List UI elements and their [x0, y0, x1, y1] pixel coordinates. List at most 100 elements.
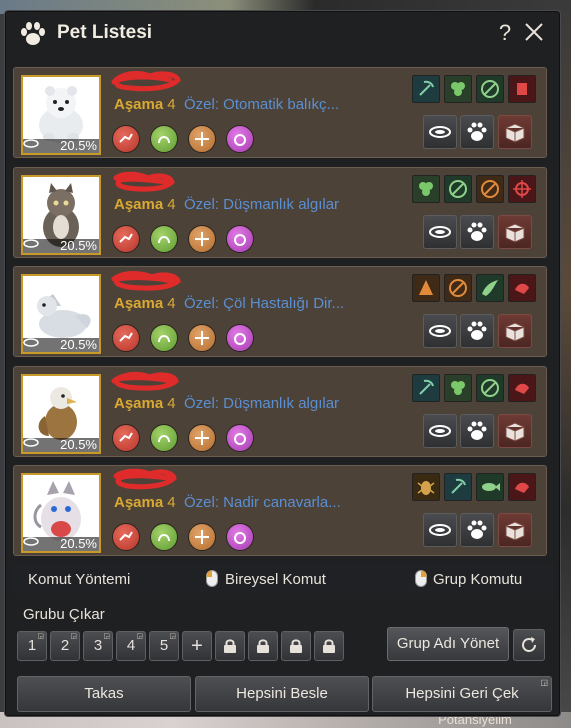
clover-skill-icon[interactable]	[444, 374, 472, 402]
attack-command-icon[interactable]	[112, 523, 140, 551]
gather-command-icon[interactable]	[150, 424, 178, 452]
pet-portrait[interactable]: 20.5%	[21, 274, 101, 354]
food-level: 20.5%	[23, 438, 99, 452]
food-percent: 20.5%	[60, 337, 97, 352]
group-5-button[interactable]: 5 ◲	[149, 631, 179, 661]
release-button[interactable]	[498, 513, 532, 547]
pet-stage: Aşama 4	[114, 96, 176, 113]
locked-group-slot[interactable]	[215, 631, 245, 661]
follow-command-icon[interactable]	[188, 523, 216, 551]
locked-group-slot[interactable]	[248, 631, 278, 661]
defense-skill-icon[interactable]	[508, 473, 536, 501]
trade-button[interactable]: Takas	[17, 676, 191, 712]
attack-command-icon[interactable]	[112, 125, 140, 153]
manage-group-name-button[interactable]: Grup Adı Yönet	[387, 627, 509, 661]
fish-skill-icon[interactable]	[476, 473, 504, 501]
wing-skill-icon[interactable]	[476, 274, 504, 302]
group-3-button[interactable]: 3 ◲	[83, 631, 113, 661]
pet-portrait[interactable]: 20.5%	[21, 473, 101, 553]
release-button[interactable]	[498, 115, 532, 149]
feed-button[interactable]	[423, 414, 457, 448]
corner-mark-icon: ◲	[70, 633, 77, 640]
command-method-label: Komut Yöntemi	[28, 571, 131, 588]
orange-hunting-skill-icon[interactable]	[476, 175, 504, 203]
follow-command-icon[interactable]	[188, 225, 216, 253]
gather-command-icon[interactable]	[150, 523, 178, 551]
attack-command-icon[interactable]	[112, 324, 140, 352]
stage-label: Aşama	[114, 494, 164, 511]
orange-hunting-skill-icon[interactable]	[444, 274, 472, 302]
gather-command-icon[interactable]	[150, 225, 178, 253]
close-icon[interactable]	[523, 21, 547, 45]
recall-all-button[interactable]: Hepsini Geri Çek ◲	[372, 676, 552, 712]
attack-command-icon[interactable]	[112, 424, 140, 452]
pet-command-button[interactable]	[460, 314, 494, 348]
pet-portrait[interactable]: 20.5%	[21, 374, 101, 454]
title-bar[interactable]: Pet Listesi ?	[5, 11, 560, 55]
help-button[interactable]: ?	[493, 20, 517, 46]
locked-group-slot[interactable]	[314, 631, 344, 661]
pet-card[interactable]: 20.5% Aşama 4 Özel: Nadir canavarla...	[13, 465, 547, 556]
group-4-button[interactable]: 4 ◲	[116, 631, 146, 661]
feed-button[interactable]	[423, 215, 457, 249]
hunting-skill-icon[interactable]	[476, 374, 504, 402]
pet-card[interactable]: 20.5% Aşama 4 Özel: Otomatik balıkç...	[13, 67, 547, 158]
feed-button[interactable]	[423, 314, 457, 348]
defense-skill-icon[interactable]	[508, 274, 536, 302]
feed-all-button[interactable]: Hepsini Besle	[195, 676, 369, 712]
pet-command-button[interactable]	[460, 414, 494, 448]
loot-command-icon[interactable]	[226, 424, 254, 452]
feed-button[interactable]	[423, 513, 457, 547]
paw-icon	[467, 421, 487, 440]
feed-button[interactable]	[423, 115, 457, 149]
pet-command-button[interactable]	[460, 215, 494, 249]
pet-list-window: Pet Listesi ? 20.5% Aşama 4 Özel: Otomat…	[4, 10, 561, 717]
release-button[interactable]	[498, 215, 532, 249]
pickaxe-skill-icon[interactable]	[412, 374, 440, 402]
pickaxe-skill-icon[interactable]	[444, 473, 472, 501]
crosshair-skill-icon[interactable]	[508, 175, 536, 203]
follow-command-icon[interactable]	[188, 424, 216, 452]
locked-group-slot[interactable]	[281, 631, 311, 661]
corner-mark-icon: ◲	[37, 633, 44, 640]
group-1-button[interactable]: 1 ◲	[17, 631, 47, 661]
individual-command-option[interactable]: Bireysel Komut	[225, 571, 326, 588]
pickaxe-skill-icon[interactable]	[412, 75, 440, 103]
pet-command-button[interactable]	[460, 513, 494, 547]
box-icon	[505, 521, 525, 541]
release-button[interactable]	[498, 414, 532, 448]
loot-command-icon[interactable]	[226, 523, 254, 551]
group-2-button[interactable]: 2 ◲	[50, 631, 80, 661]
redacted-name-scribble	[113, 468, 177, 490]
stage-number: 4	[167, 96, 176, 113]
corner-mark-icon: ◲	[136, 633, 143, 640]
pet-portrait[interactable]: 20.5%	[21, 75, 101, 155]
stage-number: 4	[167, 494, 176, 511]
pet-portrait[interactable]: 20.5%	[21, 175, 101, 255]
defense-skill-icon[interactable]	[508, 374, 536, 402]
gather-command-icon[interactable]	[150, 125, 178, 153]
hunting-skill-icon[interactable]	[476, 75, 504, 103]
pet-card[interactable]: 20.5% Aşama 4 Özel: Çöl Hastalığı Dir...	[13, 266, 547, 357]
loot-command-icon[interactable]	[226, 125, 254, 153]
defense-skill-icon[interactable]	[508, 75, 536, 103]
loot-command-icon[interactable]	[226, 324, 254, 352]
follow-command-icon[interactable]	[188, 125, 216, 153]
insect-skill-icon[interactable]	[412, 473, 440, 501]
group-command-option[interactable]: Grup Komutu	[433, 571, 522, 588]
clover-skill-icon[interactable]	[444, 75, 472, 103]
add-group-button[interactable]: +	[182, 631, 212, 661]
clover-skill-icon[interactable]	[412, 175, 440, 203]
loot-command-icon[interactable]	[226, 225, 254, 253]
release-button[interactable]	[498, 314, 532, 348]
food-level: 20.5%	[23, 338, 99, 352]
pet-command-button[interactable]	[460, 115, 494, 149]
pet-card[interactable]: 20.5% Aşama 4 Özel: Düşmanlık algılar	[13, 167, 547, 258]
pet-card[interactable]: 20.5% Aşama 4 Özel: Düşmanlık algılar	[13, 366, 547, 457]
gather-command-icon[interactable]	[150, 324, 178, 352]
follow-command-icon[interactable]	[188, 324, 216, 352]
refresh-button[interactable]	[513, 629, 545, 661]
hunting-skill-icon[interactable]	[444, 175, 472, 203]
attack-command-icon[interactable]	[112, 225, 140, 253]
feather-skill-icon[interactable]	[412, 274, 440, 302]
